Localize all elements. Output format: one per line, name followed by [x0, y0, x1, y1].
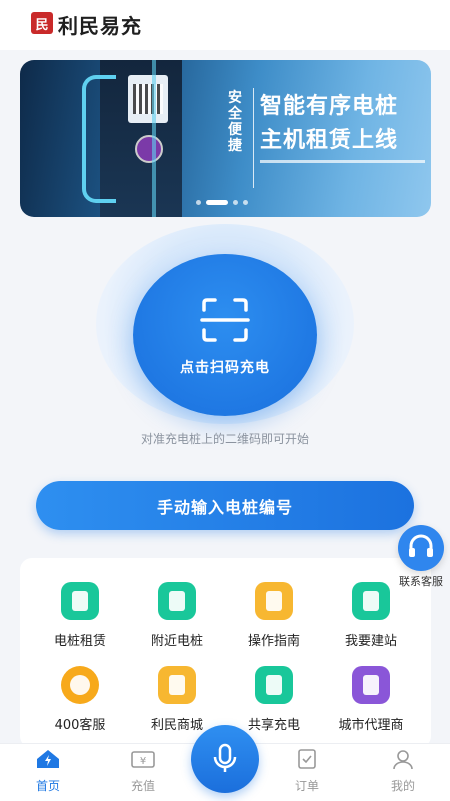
pagination-dot[interactable]	[233, 200, 238, 205]
tab-mine[interactable]: 我的	[373, 748, 433, 794]
order-icon	[298, 749, 316, 769]
app-header: 民 利民易充	[0, 0, 450, 50]
pile-icon	[158, 582, 196, 620]
headset-icon	[409, 534, 433, 557]
scan-icon	[200, 298, 250, 342]
grid-item-label: 城市代理商	[338, 718, 404, 733]
pile-icon	[352, 582, 390, 620]
pile-badge-decoration	[135, 135, 163, 163]
grid-item-guide[interactable]: 操作指南	[234, 582, 314, 652]
headset-icon	[61, 666, 99, 704]
user-icon	[393, 750, 413, 770]
pile-icon	[61, 582, 99, 620]
light-stripe-decoration	[152, 60, 156, 217]
pile-handle-decoration	[82, 75, 116, 203]
pagination-dot-active[interactable]	[206, 200, 228, 205]
grid-item-label: 附近电桩	[150, 634, 203, 649]
microphone-icon	[213, 743, 237, 772]
home-icon	[37, 750, 59, 768]
app-title: 利民易充	[58, 14, 142, 38]
app-logo: 民	[31, 12, 53, 34]
grid-item-label: 操作指南	[247, 634, 300, 649]
banner-headline-2: 主机租赁上线	[260, 128, 399, 153]
grid-item-label: 电桩租赁	[53, 634, 106, 649]
promo-banner[interactable]: 安全便捷 智能有序电桩 主机租赁上线	[20, 60, 431, 217]
tab-home-label: 首页	[35, 779, 60, 793]
customer-service-label: 联系客服	[399, 575, 443, 588]
grid-item-nearby-piles[interactable]: 附近电桩	[137, 582, 217, 652]
pagination-dot[interactable]	[243, 200, 248, 205]
tab-orders[interactable]: 订单	[277, 748, 337, 794]
qr-code-decoration	[133, 84, 163, 114]
banner-pagination	[196, 200, 248, 205]
wallet-icon: ¥	[131, 751, 155, 768]
banner-divider	[253, 88, 254, 188]
grid-item-pile-rental[interactable]: 电桩租赁	[40, 582, 120, 652]
banner-underline	[260, 160, 425, 163]
grid-item-build-station[interactable]: 我要建站	[331, 582, 411, 652]
tab-home[interactable]: 首页	[18, 748, 78, 794]
customer-service-button[interactable]	[398, 525, 444, 571]
tab-recharge-label: 充值	[130, 779, 155, 793]
tab-mine-label: 我的	[390, 779, 415, 793]
pile-icon	[255, 666, 293, 704]
manual-input-label: 手动输入电桩编号	[156, 497, 293, 517]
manual-input-button[interactable]: 手动输入电桩编号	[36, 481, 414, 530]
banner-headline-1: 智能有序电桩	[260, 94, 399, 119]
grid-item-city-agent[interactable]: 城市代理商	[331, 666, 411, 736]
tab-orders-label: 订单	[294, 779, 319, 793]
svg-text:¥: ¥	[140, 756, 146, 767]
pagination-dot[interactable]	[196, 200, 201, 205]
mall-icon	[158, 666, 196, 704]
banner-subtitle: 安全便捷	[228, 90, 242, 154]
grid-item-label: 400客服	[54, 718, 106, 733]
tab-recharge[interactable]: ¥ 充值	[113, 748, 173, 794]
grid-item-label: 我要建站	[344, 634, 397, 649]
grid-item-400-service[interactable]: 400客服	[40, 666, 120, 736]
scan-button-label: 点击扫码充电	[180, 360, 270, 376]
voice-button[interactable]	[191, 725, 259, 793]
scan-hint-text: 对准充电桩上的二维码即可开始	[140, 432, 309, 446]
guide-icon	[255, 582, 293, 620]
agent-icon	[352, 666, 390, 704]
